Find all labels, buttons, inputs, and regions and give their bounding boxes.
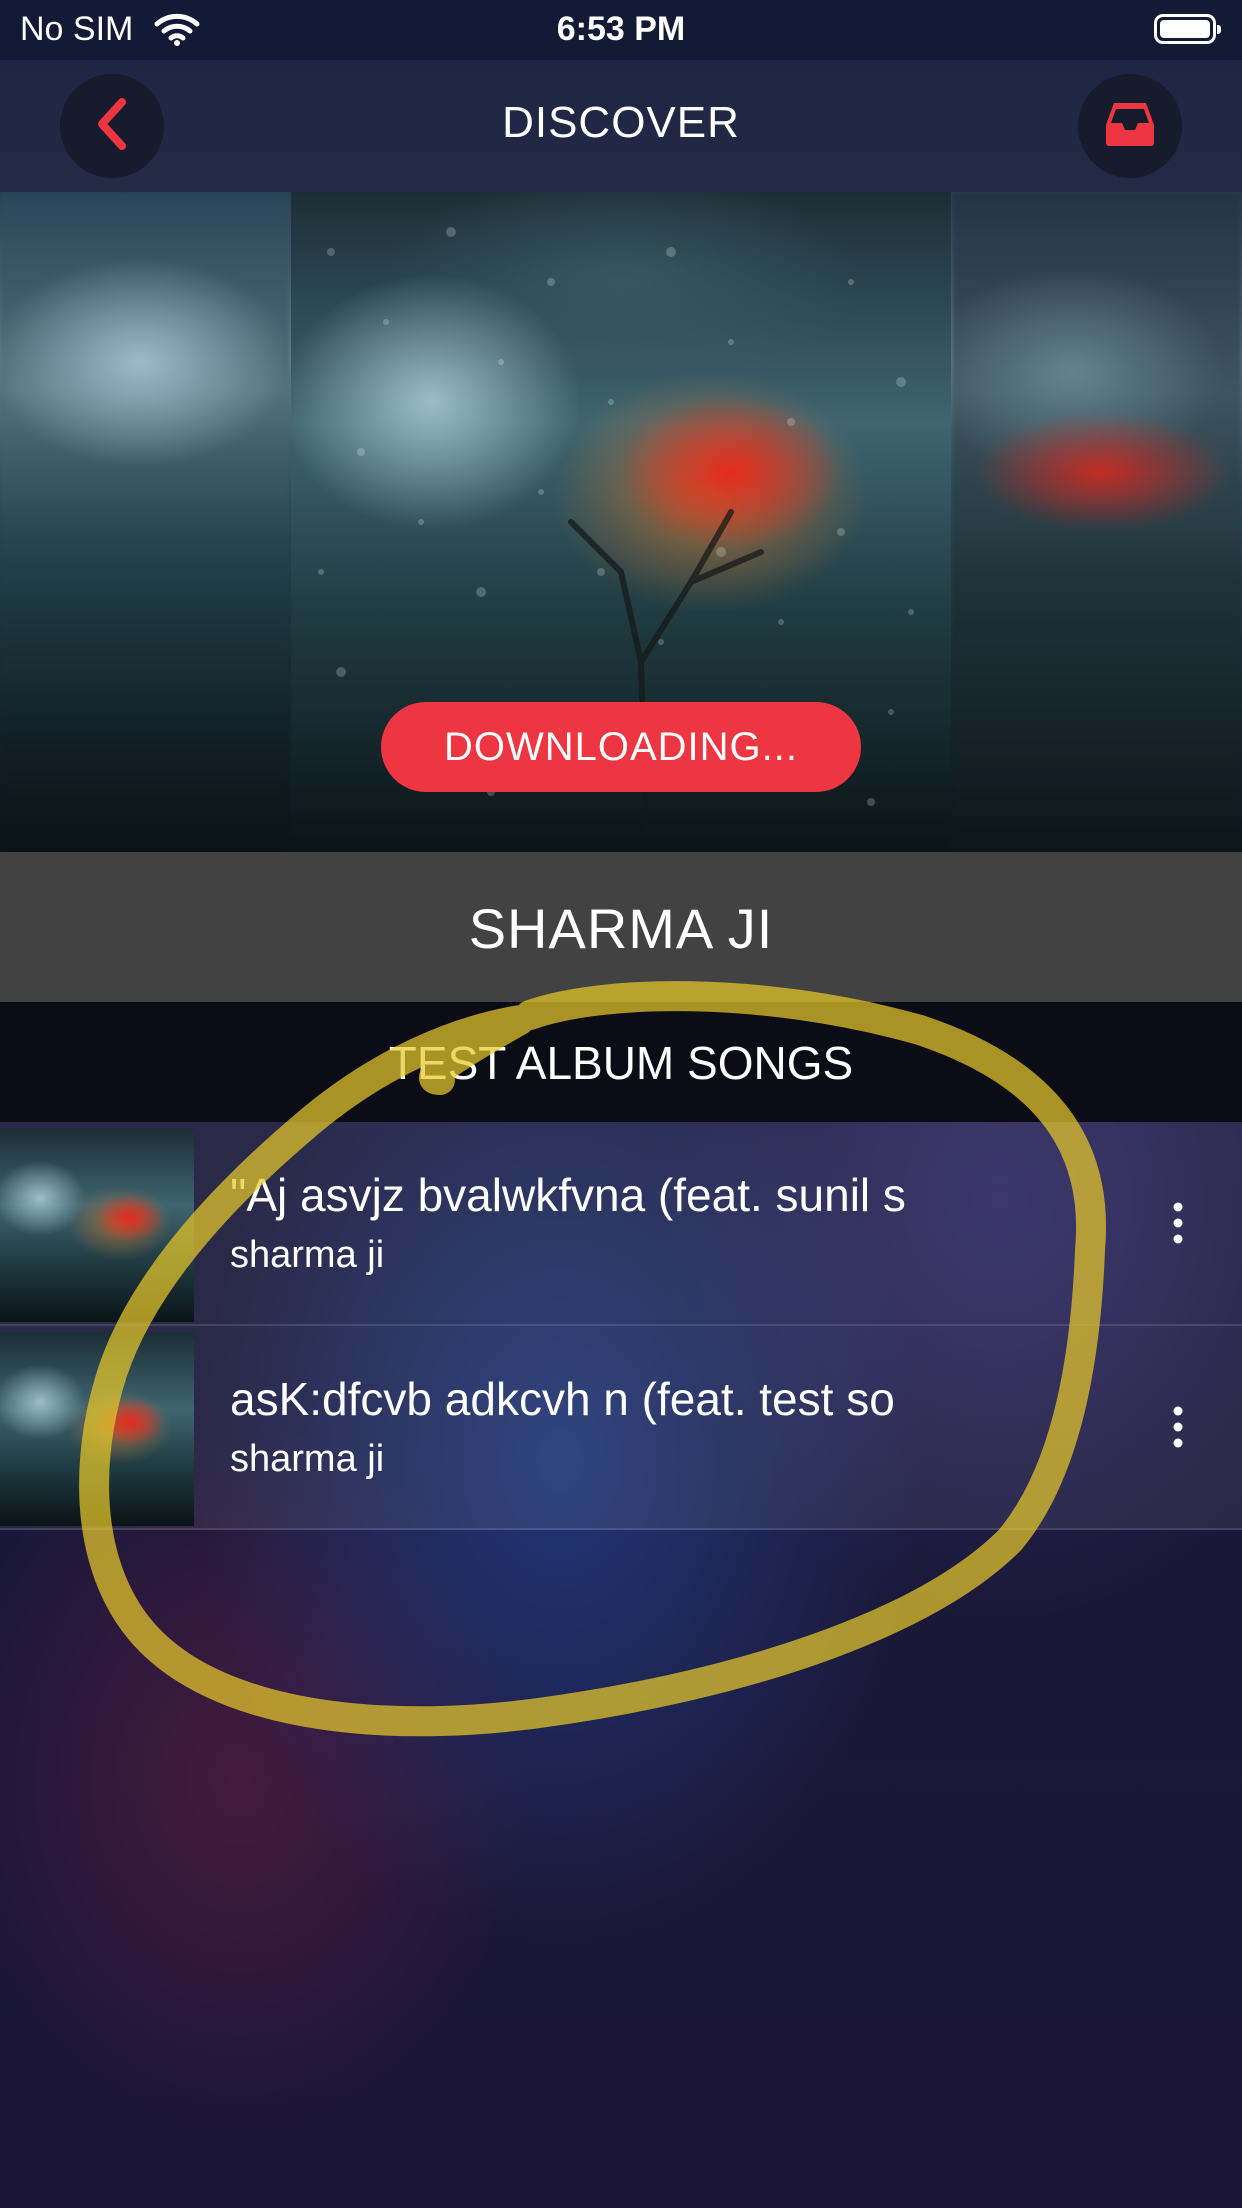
more-vertical-icon (1172, 1405, 1184, 1454)
hero-blur-right (952, 192, 1242, 852)
inbox-button[interactable] (1078, 74, 1182, 178)
song-artist: sharma ji (230, 1234, 385, 1276)
page-title: DISCOVER (502, 98, 740, 147)
inbox-tray-icon (1104, 101, 1156, 152)
downloading-button[interactable]: DOWNLOADING... (381, 702, 861, 792)
more-options-button[interactable] (1150, 1180, 1206, 1270)
battery-icon (1154, 14, 1221, 44)
artist-name: SHARMA JI (468, 897, 774, 960)
more-options-button[interactable] (1150, 1384, 1206, 1474)
album-section-header: TEST ALBUM SONGS (0, 1002, 1242, 1122)
song-artist: sharma ji (230, 1438, 385, 1480)
song-list: "Aj asvjz bvalwkfvna (feat. sunil s shar… (0, 1122, 1242, 1530)
list-item[interactable]: asK:dfcvb adkcvh n (feat. test so sharma… (0, 1326, 1242, 1530)
song-thumbnail (0, 1128, 194, 1322)
hero-banner: DOWNLOADING... (0, 192, 1242, 852)
list-item[interactable]: "Aj asvjz bvalwkfvna (feat. sunil s shar… (0, 1122, 1242, 1326)
album-title: TEST ALBUM SONGS (388, 1037, 854, 1089)
status-bar: No SIM 6:53 PM (0, 0, 1242, 60)
hero-blur-left (0, 192, 290, 852)
artist-bar: SHARMA JI (0, 852, 1242, 1002)
more-vertical-icon (1172, 1201, 1184, 1250)
song-title: asK:dfcvb adkcvh n (feat. test so (230, 1373, 895, 1425)
song-title: "Aj asvjz bvalwkfvna (feat. sunil s (230, 1169, 906, 1221)
clock: 6:53 PM (556, 10, 686, 48)
song-thumbnail (0, 1332, 194, 1526)
nav-bar: DISCOVER (0, 60, 1242, 192)
